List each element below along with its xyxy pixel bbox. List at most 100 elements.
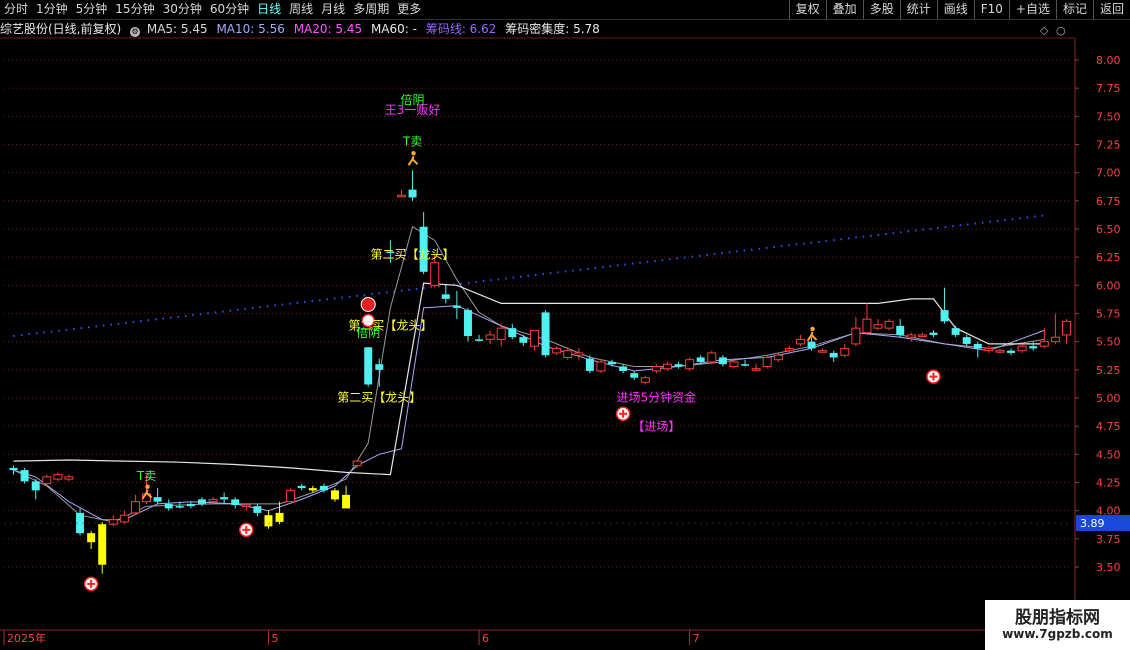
ytick-label: 8.00 <box>1096 54 1121 67</box>
candle-body <box>884 320 894 329</box>
candle-body <box>364 347 373 385</box>
candle-body <box>286 489 296 503</box>
plus-signal-icon <box>926 369 941 384</box>
candle-body <box>984 347 994 352</box>
ytick-label: 6.50 <box>1096 223 1121 236</box>
candle <box>463 307 472 342</box>
xtick-label: 5 <box>271 632 278 645</box>
candle-body <box>929 332 938 335</box>
candle-body <box>574 352 584 356</box>
candle <box>264 510 273 529</box>
price-axis: 8.00 7.75 7.50 7.25 7.00 6.75 6.50 6.25 6.00 5.75… <box>1075 54 1121 574</box>
signal-label: 倍阴 <box>356 325 380 340</box>
candle <box>352 460 362 468</box>
candle-body <box>751 368 761 371</box>
candle <box>995 348 1005 353</box>
candle-body <box>186 503 195 507</box>
candle-body <box>862 318 872 334</box>
ytick-label: 5.25 <box>1096 364 1121 377</box>
candle <box>98 521 107 574</box>
candle-body <box>42 476 52 485</box>
candle-body <box>707 352 717 363</box>
ytick-label: 4.75 <box>1096 420 1121 433</box>
candle-body <box>807 341 816 349</box>
signal-label: 王3一贩好 <box>385 103 441 117</box>
candle-body <box>231 499 240 506</box>
candle <box>619 364 628 374</box>
candle-body <box>519 337 528 343</box>
candle-body <box>630 373 639 378</box>
candle-body <box>608 361 617 365</box>
candle <box>951 325 960 338</box>
ytick-label: 5.50 <box>1096 336 1121 349</box>
candle <box>896 319 905 338</box>
candle <box>1050 313 1060 344</box>
candle-body <box>485 334 495 340</box>
candle-body <box>108 519 118 525</box>
candle <box>917 332 927 338</box>
candle <box>475 334 484 342</box>
ma-mid-line <box>13 305 1045 521</box>
candle-body <box>175 506 184 508</box>
candle-body <box>784 347 794 352</box>
candle-body <box>396 194 406 198</box>
candle <box>906 332 916 342</box>
candle <box>375 358 384 387</box>
candle <box>241 503 251 511</box>
candle <box>929 330 938 338</box>
candle <box>508 323 517 340</box>
candle <box>231 497 240 509</box>
candle <box>574 348 584 360</box>
plus-signal-icon <box>239 522 254 538</box>
candle <box>330 488 339 502</box>
candle <box>297 483 306 491</box>
candle <box>674 361 683 369</box>
candle-body <box>153 497 162 502</box>
runner-legs <box>407 157 419 166</box>
candle <box>596 359 606 374</box>
candle-body <box>851 327 861 345</box>
candle-body <box>962 337 971 344</box>
signal-label: 第二买【龙头】 <box>337 390 421 404</box>
candle-body <box>906 334 916 338</box>
candle-body <box>696 357 705 362</box>
candle-body <box>685 359 695 370</box>
candle-body <box>795 338 805 345</box>
candle <box>9 465 18 475</box>
signal-label: T卖 <box>136 469 156 483</box>
candle-body <box>1061 320 1071 336</box>
candle <box>1007 348 1016 356</box>
candle-body <box>1017 345 1027 352</box>
candle-body <box>408 189 417 198</box>
candle-body <box>951 328 960 335</box>
candle-body <box>563 350 573 358</box>
candle <box>31 479 40 500</box>
candle <box>608 359 617 367</box>
candle-body <box>674 364 683 367</box>
watermark-url: www.7gpzb.com <box>1002 627 1113 641</box>
candle <box>519 334 528 347</box>
candle <box>718 355 727 367</box>
candle-body <box>463 310 472 337</box>
candlestick-chart[interactable]: 8.00 7.75 7.50 7.25 7.00 6.75 6.50 6.25 6.00 5.75… <box>0 0 1130 650</box>
candle <box>962 334 971 347</box>
runner-body <box>810 331 814 336</box>
candle-body <box>308 488 317 491</box>
candle-body <box>164 503 173 509</box>
watermark-title: 股朋指标网 <box>1015 608 1100 628</box>
candle-body <box>651 365 661 372</box>
candle <box>53 472 63 482</box>
ytick-label: 6.00 <box>1096 279 1121 292</box>
candle-body <box>275 512 284 522</box>
candle <box>164 499 173 511</box>
chip-line-series <box>13 214 1045 338</box>
ytick-label: 4.25 <box>1096 477 1121 490</box>
candle <box>419 212 428 275</box>
signal-label: T卖 <box>402 135 422 149</box>
candle <box>286 488 296 503</box>
price-gridlines <box>0 37 1130 631</box>
candle <box>396 189 406 198</box>
candle <box>795 334 805 347</box>
candle <box>840 343 850 358</box>
signal-label: 第二买【龙头】 <box>371 247 455 261</box>
